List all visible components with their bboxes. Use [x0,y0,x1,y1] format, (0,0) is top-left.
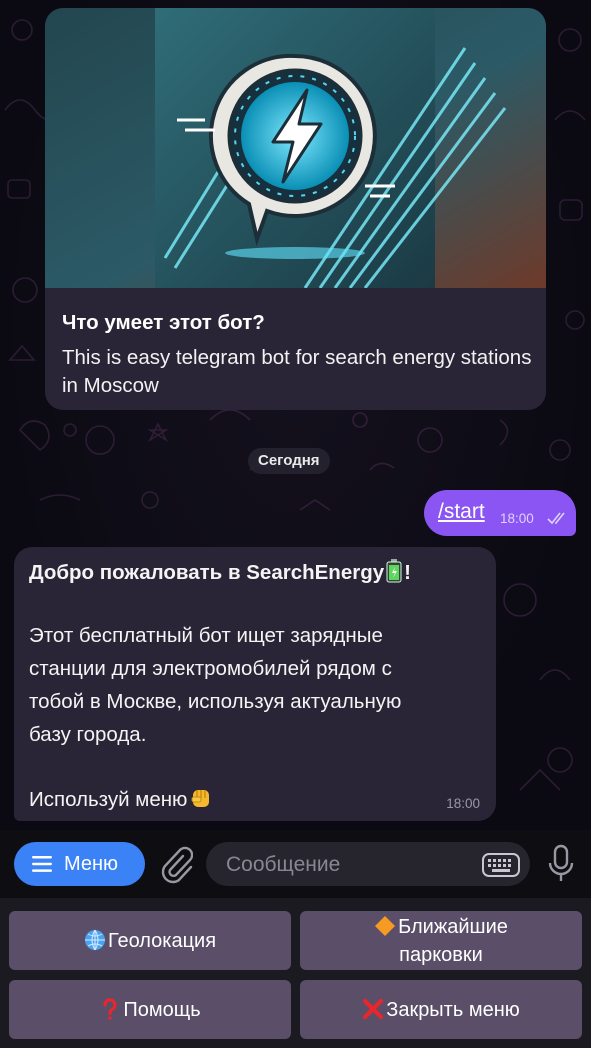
cross-emoji-icon [363,998,384,1019]
menu-button-label: Меню [64,853,119,875]
geolocation-label: Геолокация [107,929,217,952]
help-button[interactable]: Помощь [9,980,291,1039]
microphone-icon[interactable] [547,844,575,884]
double-check-icon [547,512,565,525]
lightning-logo-icon [45,8,546,288]
message-field[interactable] [206,842,530,888]
geolocation-button[interactable]: Геолокация [9,911,291,970]
close-menu-label: Закрыть меню [386,998,520,1021]
welcome-line: Добро пожаловать в SearchEnergy! [29,559,411,585]
bot-intro-card: Что умеет этот бот? This is easy telegra… [45,8,546,410]
body-line-1: Этот бесплатный бот ищет зарядные [29,624,383,647]
battery-emoji-icon [386,559,402,583]
intro-title: Что умеет этот бот? [62,311,265,334]
body-line-2: станции для электромобилей рядом с [29,657,392,680]
diamond-emoji-icon [375,915,396,936]
body-line-3: тобой в Москве, используя актуальную [29,690,402,713]
globe-emoji-icon [84,929,105,950]
menu-button[interactable]: Меню [14,842,145,886]
close-menu-button[interactable]: Закрыть меню [300,980,582,1039]
welcome-text: Добро пожаловать в SearchEnergy [29,561,385,584]
outgoing-time: 18:00 [500,511,534,526]
nearest-parking-button[interactable]: Ближайшие парковки [300,911,582,970]
parking-label-line2: парковки [399,943,483,966]
help-label: Помощь [123,998,201,1021]
body-line-4: базу города. [29,723,147,746]
input-bar: Меню [0,830,591,898]
chat-background: Что умеет этот бот? This is easy telegra… [0,0,591,830]
welcome-exclaim: ! [404,561,411,584]
start-command-link[interactable]: /start [438,500,485,524]
outgoing-message: /start 18:00 [424,490,576,536]
date-separator: Сегодня [248,448,330,474]
hamburger-icon [32,856,52,872]
menu-hint-text: Используй меню [29,788,188,811]
message-input[interactable] [224,842,468,888]
reply-keyboard: Геолокация Ближайшие парковки Помощь Зак… [0,898,591,1048]
fist-emoji-icon [191,790,210,807]
menu-hint-line: Используй меню [29,786,213,812]
incoming-time: 18:00 [446,796,480,811]
paperclip-icon[interactable] [157,844,193,884]
keyboard-icon[interactable] [482,853,520,877]
incoming-message: Добро пожаловать в SearchEnergy! Этот бе… [14,547,496,821]
parking-label-line1: Ближайшие [398,915,508,938]
question-emoji-icon [103,997,117,1020]
intro-description: This is easy telegram bot for search ene… [62,346,532,397]
